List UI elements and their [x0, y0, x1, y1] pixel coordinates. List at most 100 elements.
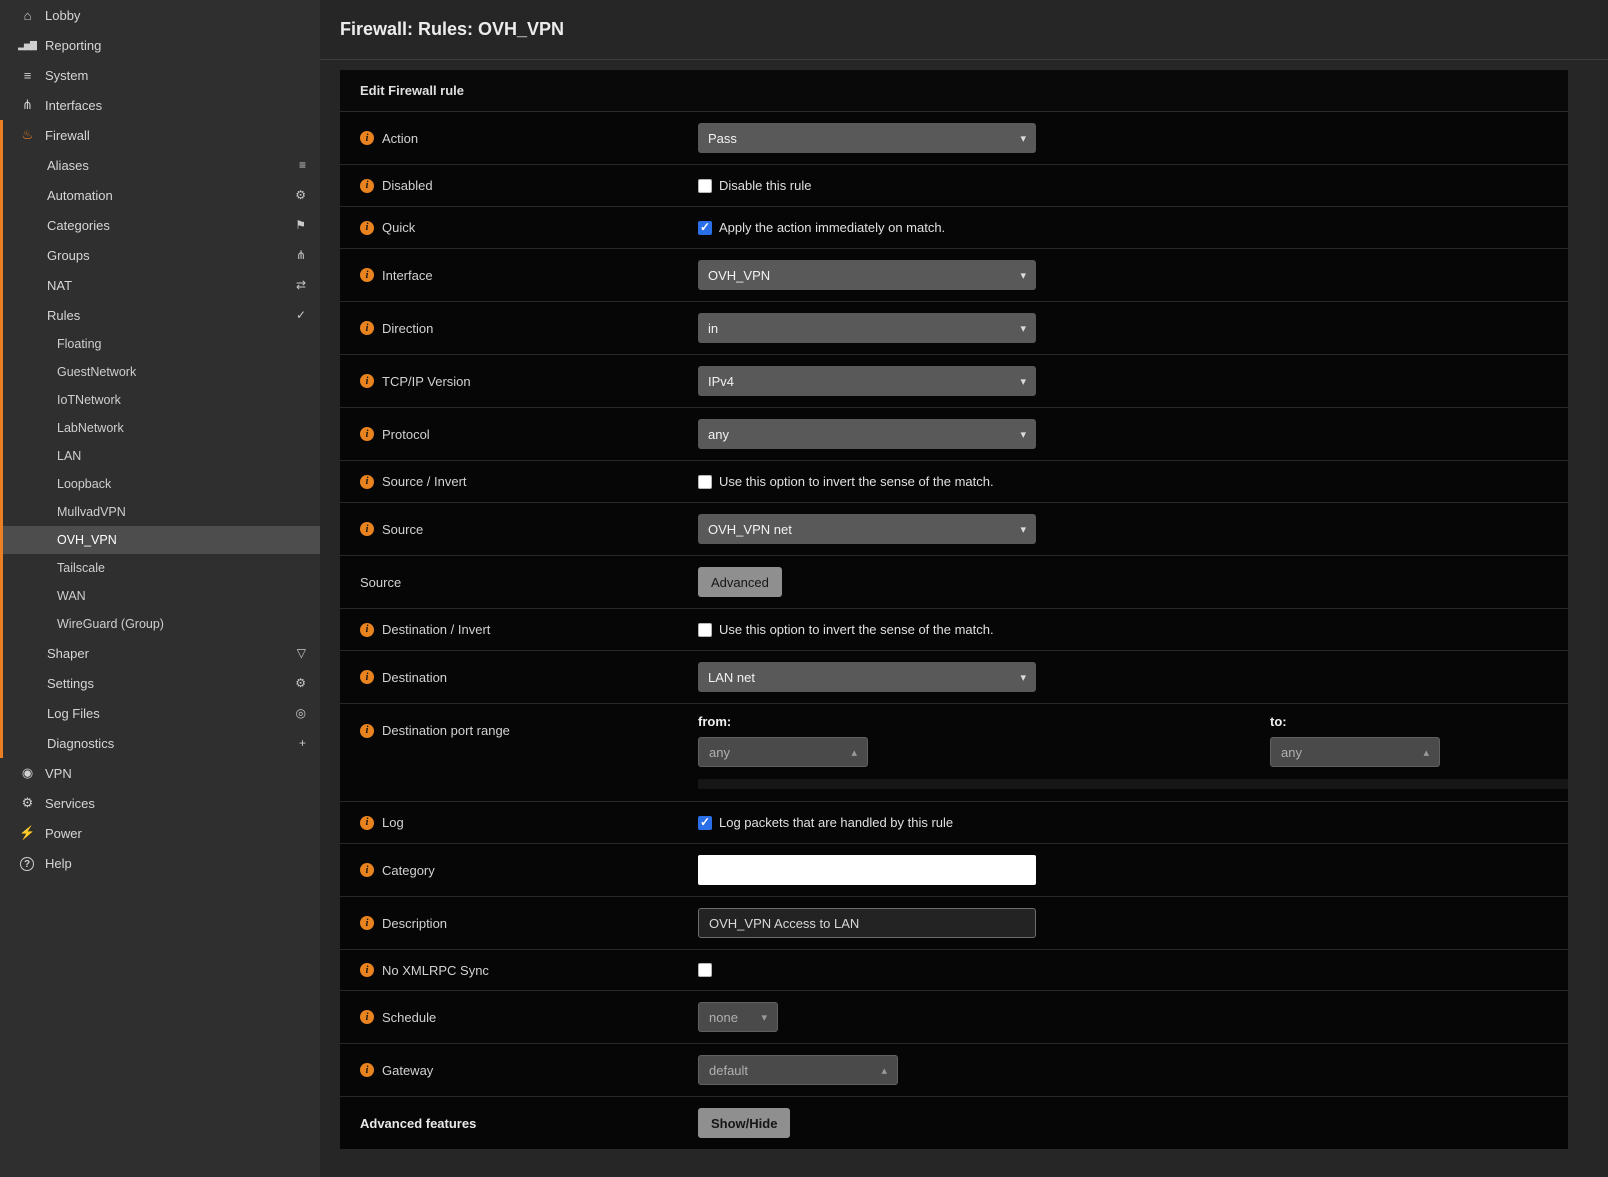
info-icon[interactable] — [360, 268, 374, 282]
sidebar-item-log-files[interactable]: Log Files ◎ — [3, 698, 320, 728]
panel-title: Edit Firewall rule — [340, 70, 1568, 112]
info-icon[interactable] — [360, 963, 374, 977]
system-icon: ≡ — [16, 68, 38, 83]
info-icon[interactable] — [360, 863, 374, 877]
info-icon[interactable] — [360, 1063, 374, 1077]
info-icon[interactable] — [360, 475, 374, 489]
field-label: Destination — [382, 670, 447, 685]
sidebar-item-tailscale[interactable]: Tailscale — [3, 554, 320, 582]
form-row-source-invert: Source / Invert Use this option to inver… — [340, 461, 1568, 503]
form-row-gateway: Gateway default — [340, 1044, 1568, 1097]
sidebar-item-power[interactable]: ⚡ Power — [0, 818, 320, 848]
field-label: Source / Invert — [382, 474, 467, 489]
sidebar-item-label: Power — [45, 826, 82, 841]
field-label: Destination / Invert — [382, 622, 490, 637]
sidebar-item-help[interactable]: ? Help — [0, 848, 320, 878]
field-label: Source — [360, 575, 401, 590]
select-value: IPv4 — [708, 374, 734, 389]
sidebar-item-mullvadvpn[interactable]: MullvadVPN — [3, 498, 320, 526]
info-icon[interactable] — [360, 724, 374, 738]
source-advanced-button[interactable]: Advanced — [698, 567, 782, 597]
sidebar-item-floating[interactable]: Floating — [3, 330, 320, 358]
sidebar-item-loopback[interactable]: Loopback — [3, 470, 320, 498]
log-checkbox[interactable] — [698, 816, 712, 830]
info-icon[interactable] — [360, 916, 374, 930]
info-icon[interactable] — [360, 427, 374, 441]
sidebar-item-label: NAT — [47, 278, 72, 293]
sidebar-item-lan[interactable]: LAN — [3, 442, 320, 470]
aliases-list-icon: ≡ — [299, 158, 306, 172]
info-icon[interactable] — [360, 221, 374, 235]
rules-check-icon: ✓ — [296, 308, 306, 322]
sidebar-item-iotnetwork[interactable]: IoTNetwork — [3, 386, 320, 414]
sidebar-item-aliases[interactable]: Aliases ≡ — [3, 150, 320, 180]
direction-select[interactable]: in — [698, 313, 1036, 343]
sidebar-item-automation[interactable]: Automation ⚙ — [3, 180, 320, 210]
category-input[interactable] — [698, 855, 1036, 885]
sidebar-item-labnetwork[interactable]: LabNetwork — [3, 414, 320, 442]
sidebar-item-wireguard-group[interactable]: WireGuard (Group) — [3, 610, 320, 638]
groups-sitemap-icon: ⋔ — [296, 248, 306, 262]
sidebar-item-rules[interactable]: Rules ✓ — [3, 300, 320, 330]
field-label: TCP/IP Version — [382, 374, 471, 389]
sidebar-item-label: Rules — [47, 308, 80, 323]
sidebar-item-categories[interactable]: Categories ⚑ — [3, 210, 320, 240]
sidebar-item-wan[interactable]: WAN — [3, 582, 320, 610]
info-icon[interactable] — [360, 321, 374, 335]
select-value: in — [708, 321, 718, 336]
description-input[interactable] — [698, 908, 1036, 938]
sidebar-item-vpn[interactable]: ◉ VPN — [0, 758, 320, 788]
no-xmlrpc-checkbox[interactable] — [698, 963, 712, 977]
sidebar-item-shaper[interactable]: Shaper ▽ — [3, 638, 320, 668]
sidebar-item-ovh-vpn[interactable]: OVH_VPN — [3, 526, 320, 554]
info-icon[interactable] — [360, 1010, 374, 1024]
action-select[interactable]: Pass — [698, 123, 1036, 153]
quick-checkbox[interactable] — [698, 221, 712, 235]
sidebar-item-lobby[interactable]: ⌂ Lobby — [0, 0, 320, 30]
checkbox-label: Use this option to invert the sense of t… — [719, 474, 994, 489]
info-icon[interactable] — [360, 374, 374, 388]
info-icon[interactable] — [360, 623, 374, 637]
info-icon[interactable] — [360, 522, 374, 536]
gateway-select[interactable]: default — [698, 1055, 898, 1085]
sidebar-item-settings[interactable]: Settings ⚙ — [3, 668, 320, 698]
source-invert-checkbox[interactable] — [698, 475, 712, 489]
form-row-schedule: Schedule none — [340, 991, 1568, 1044]
sidebar-item-system[interactable]: ≡ System — [0, 60, 320, 90]
sidebar-item-groups[interactable]: Groups ⋔ — [3, 240, 320, 270]
info-icon[interactable] — [360, 131, 374, 145]
sidebar-item-firewall[interactable]: ♨ Firewall — [3, 120, 320, 150]
field-label: Interface — [382, 268, 433, 283]
services-gear-icon: ⚙ — [16, 795, 38, 811]
automation-gear-icon: ⚙ — [295, 188, 306, 202]
info-icon[interactable] — [360, 816, 374, 830]
info-icon[interactable] — [360, 179, 374, 193]
sidebar-item-guestnetwork[interactable]: GuestNetwork — [3, 358, 320, 386]
show-hide-advanced-button[interactable]: Show/Hide — [698, 1108, 790, 1138]
sidebar-item-interfaces[interactable]: ⋔ Interfaces — [0, 90, 320, 120]
port-to-select[interactable]: any — [1270, 737, 1440, 767]
sidebar-item-diagnostics[interactable]: Diagnostics + — [3, 728, 320, 758]
sidebar-item-reporting[interactable]: ▂▅▇ Reporting — [0, 30, 320, 60]
field-label: Protocol — [382, 427, 430, 442]
protocol-select[interactable]: any — [698, 419, 1036, 449]
destination-invert-checkbox[interactable] — [698, 623, 712, 637]
power-icon: ⚡ — [16, 825, 38, 841]
vpn-lock-icon: ◉ — [16, 765, 38, 781]
destination-select[interactable]: LAN net — [698, 662, 1036, 692]
sidebar-item-label: Aliases — [47, 158, 89, 173]
schedule-select[interactable]: none — [698, 1002, 778, 1032]
sidebar-item-label: Reporting — [45, 38, 101, 53]
sidebar-item-label: System — [45, 68, 88, 83]
sidebar-item-label: Help — [45, 856, 72, 871]
checkbox-label: Use this option to invert the sense of t… — [719, 622, 994, 637]
disabled-checkbox[interactable] — [698, 179, 712, 193]
sidebar-item-nat[interactable]: NAT ⇄ — [3, 270, 320, 300]
ip-version-select[interactable]: IPv4 — [698, 366, 1036, 396]
port-from-select[interactable]: any — [698, 737, 868, 767]
info-icon[interactable] — [360, 670, 374, 684]
page-header: Firewall: Rules: OVH_VPN — [320, 0, 1608, 60]
sidebar-item-services[interactable]: ⚙ Services — [0, 788, 320, 818]
source-select[interactable]: OVH_VPN net — [698, 514, 1036, 544]
interface-select[interactable]: OVH_VPN — [698, 260, 1036, 290]
